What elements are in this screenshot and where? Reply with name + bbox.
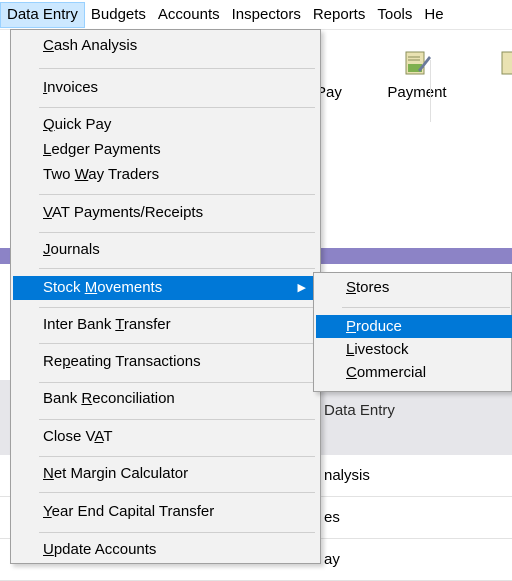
menu-separator [39,492,315,493]
menu-separator [39,307,315,308]
menu-separator [39,107,315,108]
menu-help[interactable]: He [418,2,449,28]
menu-item-journals[interactable]: Journals [13,238,318,262]
submenu-item-produce[interactable]: Produce [316,315,512,338]
blank-icon [321,48,351,78]
menu-item-invoices[interactable]: Invoices [13,76,318,100]
menu-bar: Data Entry Budgets Accounts Inspectors R… [0,0,512,30]
panel-title: Data Entry [324,402,395,419]
next-toolbar-button[interactable] [496,48,512,84]
menu-item-ledger-payments[interactable]: Ledger Payments [13,138,318,162]
pay-label: Pay [316,84,342,101]
menu-separator [39,68,315,69]
menu-item-bank-reconciliation[interactable]: Bank Reconciliation [13,387,318,411]
menu-budgets[interactable]: Budgets [85,2,152,28]
menu-separator [39,232,315,233]
menu-item-repeating-transactions[interactable]: Repeating Transactions [13,350,318,374]
stock-movements-submenu: Stores Produce Livestock Commercial [313,272,512,392]
payment-ledger-icon [405,51,431,75]
menu-separator [39,419,315,420]
menu-item-vat-payments-receipts[interactable]: VAT Payments/Receipts [13,201,318,225]
list-item-label: ay [324,551,340,568]
menu-separator [39,268,315,269]
menu-separator [39,456,315,457]
menu-item-two-way-traders[interactable]: Two Way Traders [13,163,318,187]
submenu-arrow-icon: ▶ [297,282,306,294]
menu-reports[interactable]: Reports [307,2,372,28]
menu-item-quick-pay[interactable]: Quick Pay [13,113,318,137]
menu-separator [342,307,510,308]
data-entry-menu: Cash Analysis Invoices Quick Pay Ledger … [10,29,321,564]
submenu-item-stores[interactable]: Stores [316,276,512,299]
menu-item-inter-bank-transfer[interactable]: Inter Bank Transfer [13,313,318,337]
list-item-label: nalysis [324,467,370,484]
menu-tools[interactable]: Tools [371,2,418,28]
menu-separator [39,194,315,195]
submenu-item-commercial[interactable]: Commercial [316,361,512,384]
submenu-item-livestock[interactable]: Livestock [316,338,512,361]
menu-item-net-margin-calculator[interactable]: Net Margin Calculator [13,462,318,486]
menu-item-close-vat[interactable]: Close VAT [13,425,318,449]
quick-pay-toolbar-button[interactable]: Pay [316,48,356,101]
menu-item-cash-analysis[interactable]: Cash Analysis [13,34,318,58]
menu-accounts[interactable]: Accounts [152,2,226,28]
menu-separator [39,343,315,344]
menu-item-update-accounts[interactable]: Update Accounts [13,538,318,562]
list-item-label: es [324,509,340,526]
menu-data-entry[interactable]: Data Entry [0,1,85,28]
menu-inspectors[interactable]: Inspectors [226,2,307,28]
menu-separator [39,382,315,383]
menu-item-year-end-capital-transfer[interactable]: Year End Capital Transfer [13,500,318,524]
menu-separator [39,532,315,533]
payment-label: Payment [387,84,447,101]
menu-item-stock-movements[interactable]: Stock Movements ▶ [13,276,318,300]
payment-toolbar-button[interactable]: Payment [380,48,454,101]
ledger-icon [501,51,512,75]
